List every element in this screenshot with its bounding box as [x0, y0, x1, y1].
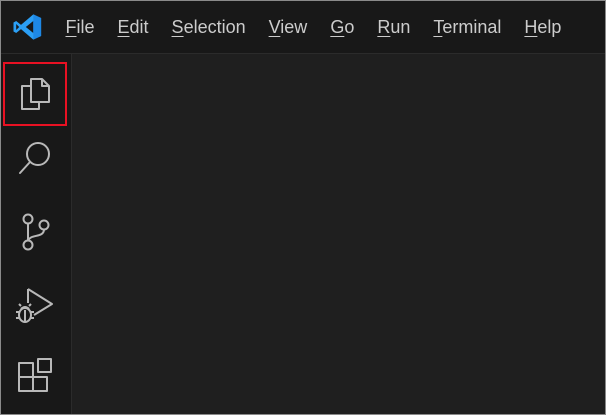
menu-selection-label: election: [183, 17, 246, 37]
activity-bar: [1, 54, 72, 414]
menu-selection[interactable]: Selection: [160, 1, 257, 53]
menu-go-mnemonic: G: [330, 17, 345, 37]
search-icon: [19, 142, 50, 174]
vscode-logo-icon: [13, 14, 42, 40]
menu-edit-label: dit: [129, 17, 149, 37]
menu-file-label: ile: [76, 17, 95, 37]
menu-file[interactable]: File: [54, 1, 106, 53]
menu-view-label: iew: [280, 17, 308, 37]
menu-edit-mnemonic: E: [117, 17, 130, 37]
menu-file-mnemonic: F: [65, 17, 77, 37]
title-bar: File Edit Selection View Go Run Terminal…: [1, 1, 605, 54]
files-icon: [21, 78, 50, 110]
menu-help-label: elp: [537, 17, 562, 37]
menu-edit[interactable]: Edit: [106, 1, 160, 53]
editor-area[interactable]: [72, 54, 605, 414]
app-window: File Edit Selection View Go Run Terminal…: [0, 0, 606, 415]
explorer-button[interactable]: [3, 62, 67, 126]
menu-help-mnemonic: H: [524, 17, 538, 37]
menu-run[interactable]: Run: [366, 1, 422, 53]
menu-bar: File Edit Selection View Go Run Terminal…: [54, 1, 573, 53]
menu-run-mnemonic: R: [377, 17, 391, 37]
run-debug-button[interactable]: [3, 272, 67, 336]
menu-terminal[interactable]: Terminal: [422, 1, 513, 53]
menu-terminal-label: erminal: [442, 17, 502, 37]
menu-go[interactable]: Go: [319, 1, 366, 53]
menu-help[interactable]: Help: [513, 1, 573, 53]
source-control-icon: [22, 213, 50, 251]
run-debug-icon: [16, 288, 53, 323]
menu-selection-mnemonic: S: [171, 17, 184, 37]
menu-view[interactable]: View: [257, 1, 319, 53]
extensions-button[interactable]: [3, 344, 67, 408]
search-button[interactable]: [3, 126, 67, 190]
source-control-button[interactable]: [3, 200, 67, 264]
extensions-icon: [18, 358, 52, 392]
menu-go-label: o: [344, 17, 355, 37]
menu-view-mnemonic: V: [268, 17, 281, 37]
menu-run-label: un: [390, 17, 411, 37]
